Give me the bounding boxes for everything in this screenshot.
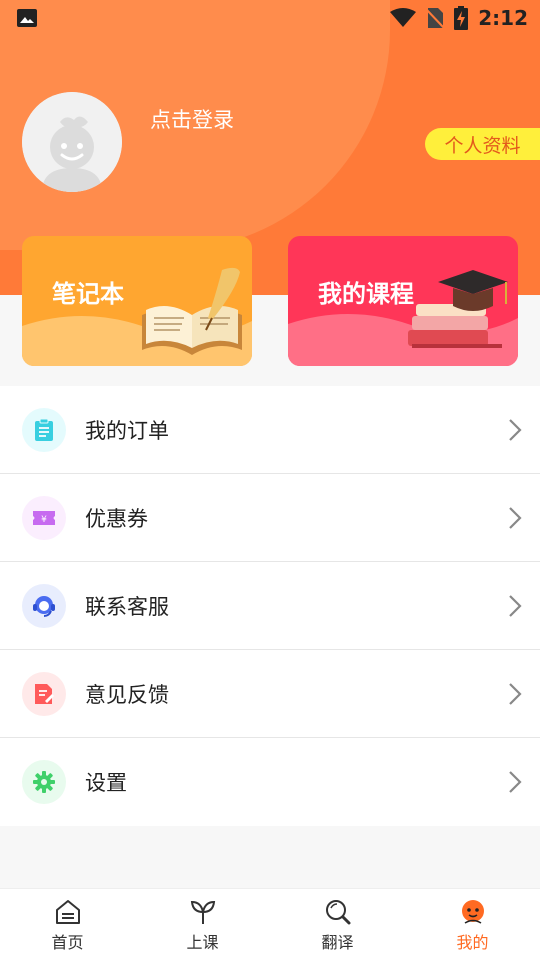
menu-item-feedback[interactable]: 意见反馈	[0, 650, 540, 738]
notebook-card-title: 笔记本	[52, 280, 124, 308]
search-icon	[325, 900, 350, 925]
headset-icon	[22, 584, 66, 628]
coupon-icon: ¥	[22, 496, 66, 540]
tab-label: 首页	[51, 933, 84, 952]
image-notification-icon	[17, 9, 37, 27]
tab-home[interactable]: 首页	[0, 889, 135, 960]
tab-mine[interactable]: 我的	[405, 889, 540, 960]
books-graduation-cap-icon	[408, 270, 508, 348]
menu-label: 优惠券	[85, 506, 148, 531]
profile-face-icon	[461, 900, 484, 924]
tab-label: 上课	[186, 933, 219, 952]
tab-label: 我的	[456, 933, 489, 952]
menu-item-settings[interactable]: 设置	[0, 738, 540, 826]
menu-label: 我的订单	[85, 418, 169, 443]
chevron-right-icon	[509, 683, 522, 705]
chevron-right-icon	[509, 771, 522, 793]
battery-charging-icon	[454, 6, 469, 30]
open-book-icon	[142, 267, 242, 355]
menu-list: 我的订单 ¥ 优惠券 联系客服 意见反馈 设置	[0, 386, 540, 826]
menu-label: 意见反馈	[85, 682, 169, 707]
gear-icon	[22, 760, 66, 804]
status-time: 2:12	[478, 6, 528, 30]
menu-item-customer-service[interactable]: 联系客服	[0, 562, 540, 650]
bottom-tab-bar: 首页 上课 翻译 我的	[0, 888, 540, 960]
home-icon	[55, 900, 80, 924]
menu-item-orders[interactable]: 我的订单	[0, 386, 540, 474]
menu-item-coupons[interactable]: ¥ 优惠券	[0, 474, 540, 562]
no-sim-icon	[426, 8, 445, 29]
avatar[interactable]	[22, 92, 122, 192]
menu-label: 设置	[85, 771, 127, 795]
chevron-right-icon	[509, 419, 522, 441]
login-link[interactable]: 点击登录	[150, 104, 234, 134]
svg-text:¥: ¥	[41, 515, 47, 525]
notebook-card[interactable]: 笔记本	[22, 236, 252, 366]
chevron-right-icon	[509, 507, 522, 529]
status-bar: 2:12	[0, 0, 540, 36]
my-courses-card[interactable]: 我的课程	[288, 236, 518, 366]
menu-label: 联系客服	[85, 594, 169, 619]
feedback-icon	[22, 672, 66, 716]
tab-label: 翻译	[321, 933, 354, 952]
profile-button[interactable]: 个人资料	[425, 128, 540, 160]
default-avatar-icon	[22, 92, 122, 192]
clipboard-icon	[22, 408, 66, 452]
wifi-icon	[390, 8, 417, 27]
chevron-right-icon	[509, 595, 522, 617]
sprout-icon	[190, 900, 215, 924]
tab-translate[interactable]: 翻译	[270, 889, 405, 960]
tab-class[interactable]: 上课	[135, 889, 270, 960]
